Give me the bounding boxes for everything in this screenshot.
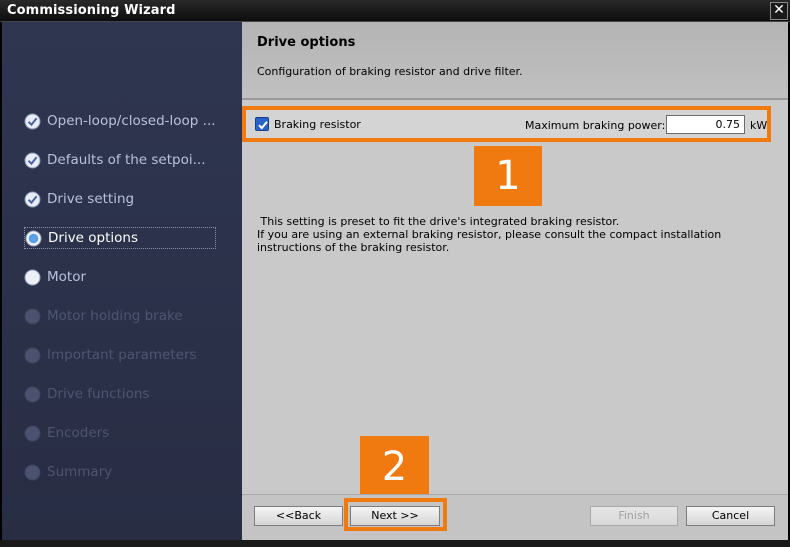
page-title: Drive options — [257, 35, 356, 50]
disabled-step-dot-icon — [24, 386, 41, 402]
disabled-step-dot-icon — [24, 308, 41, 324]
window-bottom-edge — [0, 540, 790, 547]
main-panel: Drive options Configuration of braking r… — [242, 22, 788, 540]
max-braking-power-label: Maximum braking power: — [525, 119, 666, 132]
callout-badge-2: 2 — [360, 436, 429, 498]
wizard-steps-sidebar: Open-loop/closed-loop ... Defaults of th… — [2, 22, 242, 540]
page-header: Drive options Configuration of braking r… — [242, 22, 788, 98]
page-subtitle: Configuration of braking resistor and dr… — [257, 65, 523, 78]
step-defaults-of-setpoint[interactable]: Defaults of the setpoi... — [24, 149, 216, 171]
step-label: Important parameters — [47, 347, 197, 363]
cancel-button[interactable]: Cancel — [686, 506, 775, 526]
step-label: Motor — [47, 269, 87, 285]
info-line: instructions of the braking resistor. — [257, 241, 450, 254]
header-divider — [242, 98, 788, 100]
step-label: Motor holding brake — [47, 308, 183, 324]
check-circle-icon — [24, 152, 41, 168]
callout-badge-1: 1 — [474, 146, 542, 206]
step-important-parameters: Important parameters — [24, 344, 216, 366]
step-summary: Summary — [24, 461, 216, 483]
step-drive-functions: Drive functions — [24, 383, 216, 405]
back-button[interactable]: <<Back — [254, 506, 343, 526]
info-line: This setting is preset to fit the drive'… — [257, 215, 620, 228]
disabled-step-dot-icon — [24, 425, 41, 441]
next-button[interactable]: Next >> — [350, 506, 440, 526]
window-title: Commissioning Wizard — [7, 3, 176, 18]
step-motor-holding-brake: Motor holding brake — [24, 305, 216, 327]
step-drive-options[interactable]: Drive options — [24, 227, 216, 249]
disabled-step-dot-icon — [24, 347, 41, 363]
braking-resistor-row: Braking resistor Maximum braking power: … — [242, 106, 771, 142]
step-label: Defaults of the setpoi... — [47, 152, 206, 168]
close-icon: ✕ — [773, 2, 785, 18]
step-label: Open-loop/closed-loop ... — [47, 113, 216, 129]
pending-step-dot-icon — [24, 269, 41, 285]
check-circle-icon — [24, 113, 41, 129]
current-step-dot-icon — [25, 230, 42, 246]
power-unit-label: kW — [750, 119, 768, 132]
step-open-loop-closed-loop[interactable]: Open-loop/closed-loop ... — [24, 110, 216, 132]
braking-resistor-checkbox[interactable] — [255, 117, 269, 131]
step-label: Drive options — [48, 230, 139, 246]
check-circle-icon — [24, 191, 41, 207]
step-drive-setting[interactable]: Drive setting — [24, 188, 216, 210]
title-bar: Commissioning Wizard ✕ — [0, 0, 790, 22]
step-label: Drive setting — [47, 191, 135, 207]
step-encoders: Encoders — [24, 422, 216, 444]
checkmark-icon — [258, 121, 268, 130]
step-label: Encoders — [47, 425, 110, 441]
max-braking-power-input[interactable]: 0.75 — [666, 115, 745, 134]
step-motor[interactable]: Motor — [24, 266, 216, 288]
finish-button: Finish — [590, 506, 678, 526]
close-button[interactable]: ✕ — [770, 2, 788, 20]
disabled-step-dot-icon — [24, 464, 41, 480]
step-label: Summary — [47, 464, 113, 480]
step-label: Drive functions — [47, 386, 150, 402]
info-text: This setting is preset to fit the drive'… — [257, 215, 757, 254]
info-line: If you are using an external braking res… — [257, 228, 722, 241]
braking-resistor-label[interactable]: Braking resistor — [274, 118, 361, 131]
